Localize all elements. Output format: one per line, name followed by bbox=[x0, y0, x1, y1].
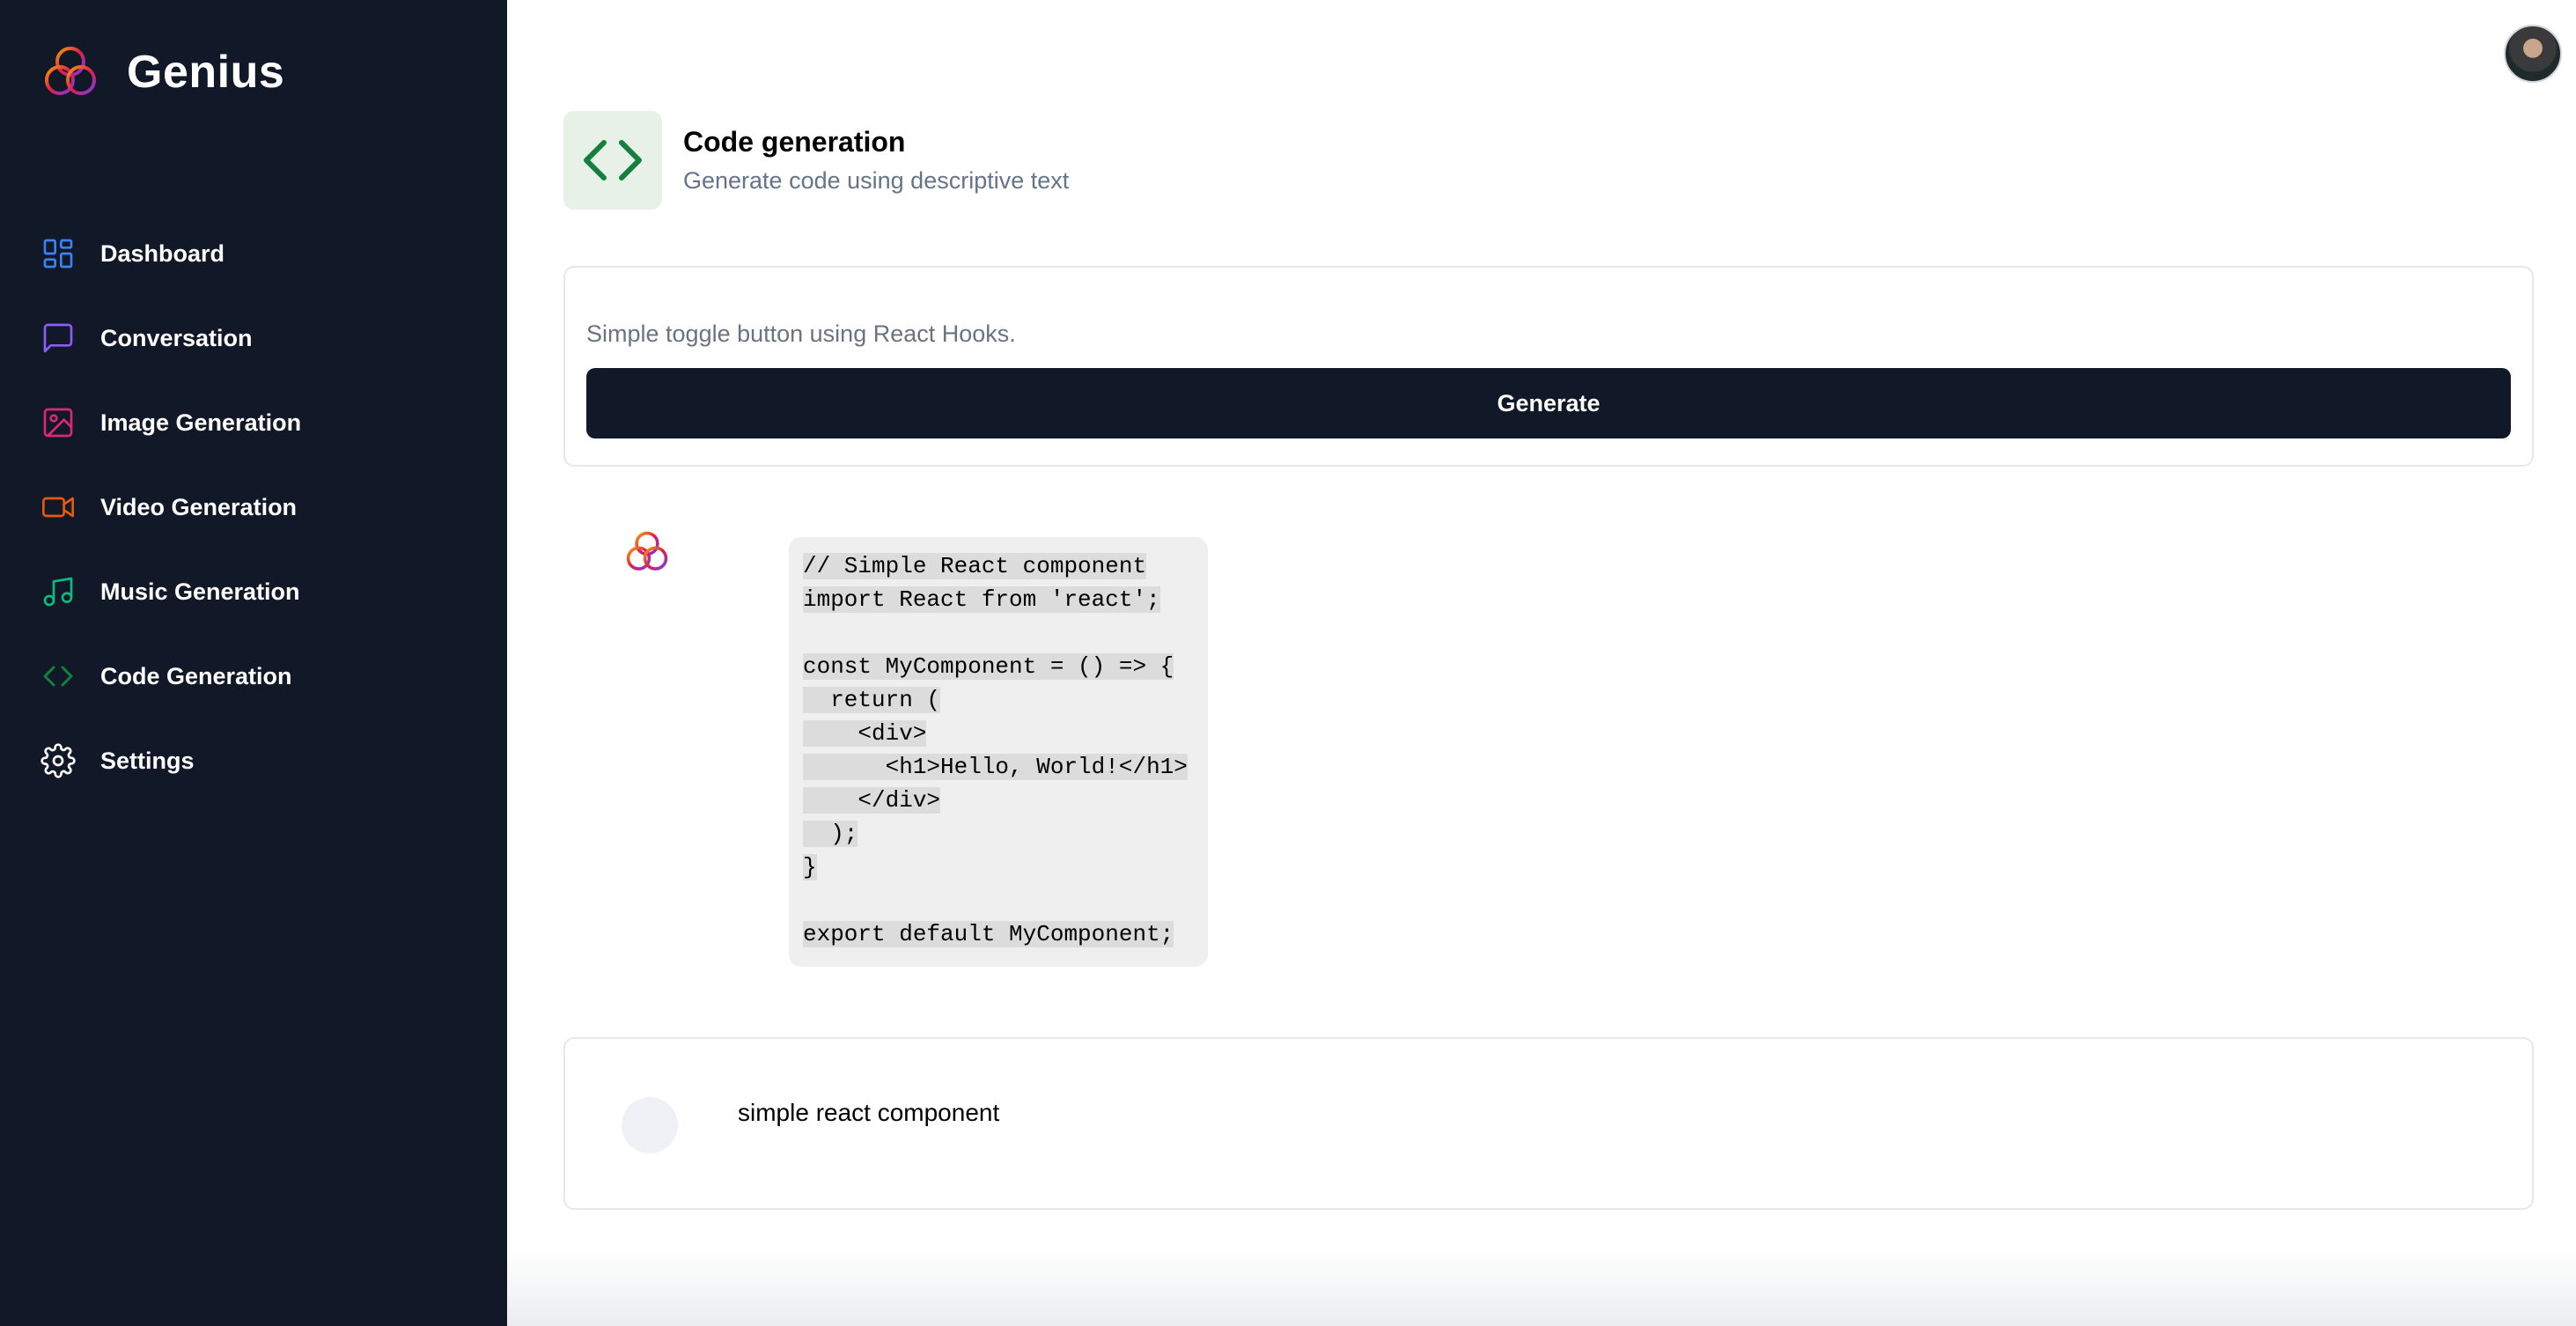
settings-icon bbox=[40, 743, 76, 778]
code-icon bbox=[43, 666, 73, 687]
sidebar-item-label: Music Generation bbox=[100, 578, 300, 605]
sidebar-item-label: Image Generation bbox=[100, 409, 302, 436]
genius-logo-icon bbox=[45, 47, 96, 95]
page-title: Code generation bbox=[683, 126, 906, 158]
image-icon bbox=[43, 408, 73, 438]
bot-message: // Simple React component import React f… bbox=[563, 521, 2534, 979]
code-line: </div> bbox=[803, 787, 941, 814]
sidebar: Genius Dashboard Conversation Image Gene… bbox=[0, 0, 507, 1326]
brand-name: Genius bbox=[127, 47, 285, 98]
bottom-scroll-fade bbox=[507, 1250, 2576, 1326]
sidebar-item-label: Video Generation bbox=[100, 493, 298, 520]
prompt-input[interactable] bbox=[586, 313, 2171, 354]
prompt-form: Generate bbox=[563, 266, 2534, 467]
dashboard-icon bbox=[43, 239, 73, 269]
app-root: Genius Dashboard Conversation Image Gene… bbox=[0, 0, 2576, 1326]
code-line: export default MyComponent; bbox=[803, 921, 1174, 947]
user-message: simple react component bbox=[563, 1037, 2534, 1210]
music-icon bbox=[43, 577, 73, 607]
video-icon bbox=[42, 497, 74, 518]
message-square-icon bbox=[43, 323, 73, 353]
code-line: } bbox=[803, 854, 817, 880]
sidebar-item-music-generation[interactable]: Music Generation bbox=[40, 549, 481, 634]
bot-avatar-icon bbox=[626, 531, 668, 571]
code-block[interactable]: // Simple React component import React f… bbox=[789, 537, 1208, 967]
sidebar-item-label: Conversation bbox=[100, 324, 253, 351]
heading-text: Code generation Generate code using desc… bbox=[683, 126, 1069, 195]
generate-button[interactable]: Generate bbox=[586, 368, 2511, 438]
code-line: // Simple React component bbox=[803, 553, 1147, 579]
code-icon bbox=[584, 140, 642, 180]
sidebar-item-label: Dashboard bbox=[100, 239, 225, 267]
code-line: const MyComponent = () => { bbox=[803, 653, 1174, 680]
sidebar-item-dashboard[interactable]: Dashboard bbox=[40, 211, 481, 296]
code-line: <h1>Hello, World!</h1> bbox=[803, 754, 1188, 780]
code-line: ); bbox=[803, 821, 858, 847]
sidebar-item-label: Settings bbox=[100, 747, 195, 774]
user-message-text: simple react component bbox=[738, 1099, 1000, 1126]
sidebar-item-settings[interactable]: Settings bbox=[40, 718, 481, 803]
sidebar-nav: Dashboard Conversation Image Generation bbox=[40, 211, 481, 803]
sidebar-item-video-generation[interactable]: Video Generation bbox=[40, 465, 481, 549]
code-line: return ( bbox=[803, 687, 941, 713]
code-line: <div> bbox=[803, 720, 927, 747]
user-avatar bbox=[622, 1097, 678, 1153]
code-line: import React from 'react'; bbox=[803, 586, 1160, 613]
sidebar-item-conversation[interactable]: Conversation bbox=[40, 296, 481, 380]
page-heading: Code generation Generate code using desc… bbox=[563, 111, 1069, 210]
sidebar-item-code-generation[interactable]: Code Generation bbox=[40, 634, 481, 718]
user-avatar-button[interactable] bbox=[2504, 25, 2562, 83]
heading-icon-box bbox=[563, 111, 662, 210]
main-content: Code generation Generate code using desc… bbox=[507, 0, 2576, 1326]
sidebar-item-label: Code Generation bbox=[100, 662, 292, 689]
sidebar-item-image-generation[interactable]: Image Generation bbox=[40, 380, 481, 465]
page-description: Generate code using descriptive text bbox=[683, 167, 1070, 194]
brand-link[interactable]: Genius bbox=[40, 42, 284, 102]
